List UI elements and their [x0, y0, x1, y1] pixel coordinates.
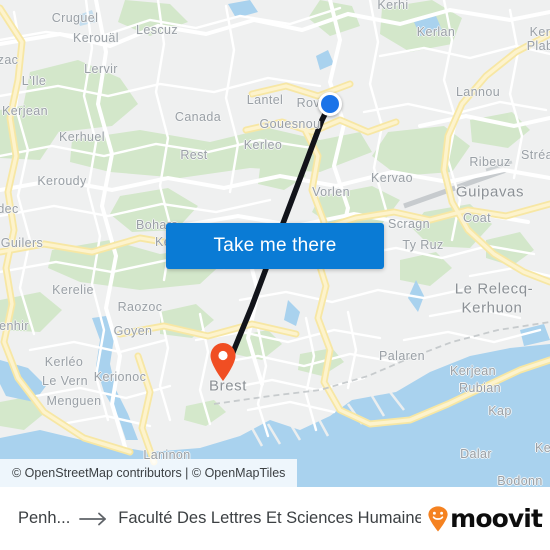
map-canvas[interactable]: Cruguel Kerouäl Lescuz Kerhi Kerlan Ker Plab za…	[0, 0, 550, 487]
route-origin-label: Penh...	[18, 509, 71, 527]
route-summary: Penh... Faculté Des Lettres Et Sciences …	[18, 509, 421, 528]
moovit-pin-smiley-icon	[428, 505, 448, 531]
route-destination-label: Faculté Des Lettres Et Sciences Humaines…	[118, 509, 422, 527]
moovit-logo[interactable]: moovit	[427, 504, 543, 533]
moovit-route-preview: Cruguel Kerouäl Lescuz Kerhi Kerlan Ker Plab za…	[0, 0, 550, 550]
attribution-text: © OpenStreetMap contributors | © OpenMap…	[12, 466, 286, 480]
route-footer-bar: Penh... Faculté Des Lettres Et Sciences …	[0, 487, 550, 550]
take-me-there-button[interactable]: Take me there	[166, 223, 384, 269]
destination-pin-marker[interactable]	[208, 342, 238, 382]
map-pin-icon	[210, 343, 236, 381]
origin-dot-marker[interactable]	[318, 92, 342, 116]
moovit-wordmark: moovit	[450, 504, 543, 533]
map-attribution[interactable]: © OpenStreetMap contributors | © OpenMap…	[0, 459, 298, 487]
arrow-right-icon	[79, 512, 107, 525]
